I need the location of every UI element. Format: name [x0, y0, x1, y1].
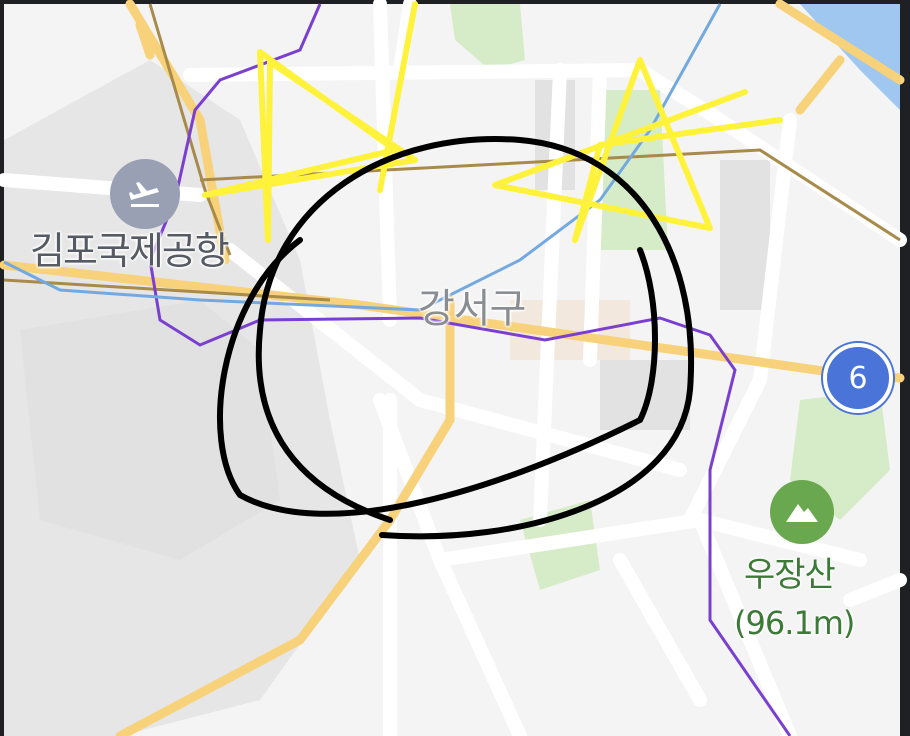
- mountain-name-label[interactable]: 우장산: [744, 558, 836, 592]
- airport-label[interactable]: 김포국제공항: [30, 232, 230, 270]
- map-view[interactable]: 김포국제공항 강서구 6 우장산 (96.1m): [0, 0, 910, 736]
- airplane-icon[interactable]: [110, 159, 180, 229]
- route-shield[interactable]: 6: [823, 343, 893, 413]
- mountain-icon[interactable]: [770, 480, 834, 544]
- district-label[interactable]: 강서구: [418, 289, 526, 329]
- mountain-height-label: (96.1m): [734, 604, 855, 642]
